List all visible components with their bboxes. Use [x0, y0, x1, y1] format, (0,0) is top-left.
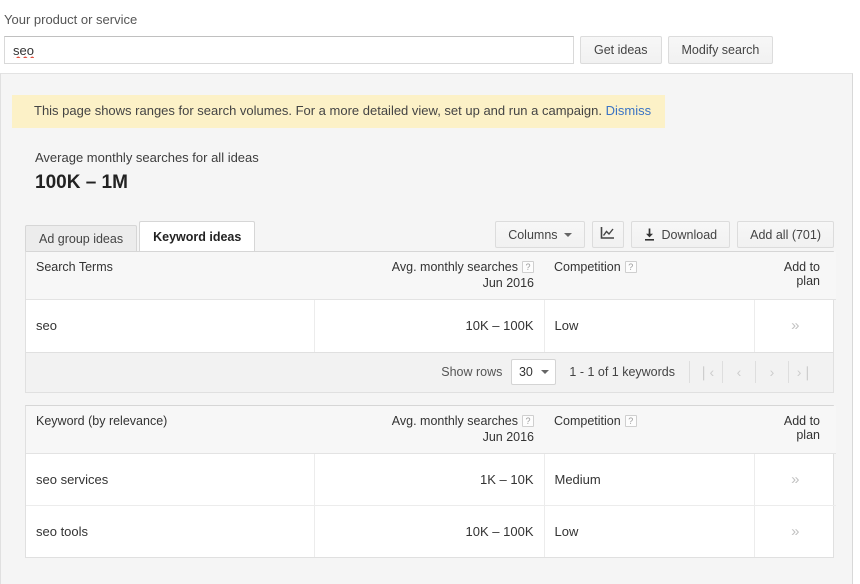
col-header-label: Add to plan	[784, 260, 820, 288]
col-header-keyword[interactable]: Keyword (by relevance)	[26, 406, 314, 454]
col-header-avg-monthly-searches[interactable]: Avg. monthly searches? Jun 2016	[314, 406, 544, 454]
chevron-down-icon	[564, 233, 572, 237]
rows-per-page-select[interactable]: 30	[511, 359, 556, 385]
cell-avg-searches: 1K – 10K	[314, 453, 544, 505]
cell-competition: Low	[544, 505, 754, 557]
search-row: Get ideas Modify search	[0, 36, 860, 64]
cell-add-to-plan[interactable]: »	[754, 300, 836, 352]
help-icon[interactable]: ?	[625, 261, 637, 273]
col-header-add-to-plan: Add to plan	[754, 252, 836, 300]
col-header-label: Keyword (by relevance)	[36, 414, 167, 428]
cell-keyword: seo tools	[26, 505, 314, 557]
add-all-button[interactable]: Add all (701)	[737, 221, 834, 248]
search-terms-table: Search Terms Avg. monthly searches? Jun …	[25, 251, 834, 353]
help-icon[interactable]: ?	[522, 261, 534, 273]
modify-search-button[interactable]: Modify search	[668, 36, 774, 64]
cell-keyword: seo	[26, 300, 314, 352]
keyword-ideas-table: Keyword (by relevance) Avg. monthly sear…	[25, 405, 834, 559]
info-banner-text: This page shows ranges for search volume…	[34, 103, 602, 118]
double-chevron-right-icon[interactable]: »	[791, 523, 799, 540]
col-header-label: Avg. monthly searches	[392, 414, 518, 428]
table-row: seo services 1K – 10K Medium »	[26, 453, 836, 505]
col-header-label: Avg. monthly searches	[392, 260, 518, 274]
col-header-avg-monthly-searches[interactable]: Avg. monthly searches? Jun 2016	[314, 252, 544, 300]
chevron-down-icon	[541, 370, 549, 374]
table-header-row: Keyword (by relevance) Avg. monthly sear…	[26, 406, 836, 454]
rows-per-page-value: 30	[519, 365, 533, 379]
table-header-row: Search Terms Avg. monthly searches? Jun …	[26, 252, 836, 300]
chart-view-button[interactable]	[592, 221, 624, 248]
search-input[interactable]	[4, 36, 574, 64]
download-label: Download	[662, 228, 718, 242]
table-toolbar: Columns	[495, 221, 834, 248]
table-row: seo 10K – 100K Low »	[26, 300, 836, 352]
summary-stat: Average monthly searches for all ideas 1…	[35, 150, 852, 194]
tab-keyword-ideas[interactable]: Keyword ideas	[139, 221, 255, 251]
tab-ad-group-ideas[interactable]: Ad group ideas	[25, 225, 137, 251]
search-area: Your product or service Get ideas Modify…	[0, 0, 860, 73]
previous-page-button[interactable]: ‹	[722, 361, 755, 383]
first-page-button[interactable]: ❘‹	[689, 361, 722, 383]
columns-label: Columns	[508, 228, 557, 242]
double-chevron-right-icon[interactable]: »	[791, 317, 799, 334]
next-page-button[interactable]: ›	[755, 361, 788, 383]
summary-stat-label: Average monthly searches for all ideas	[35, 150, 852, 165]
search-label: Your product or service	[0, 12, 860, 27]
col-header-search-terms[interactable]: Search Terms	[26, 252, 314, 300]
cell-add-to-plan[interactable]: »	[754, 453, 836, 505]
cell-avg-searches: 10K – 100K	[314, 505, 544, 557]
tab-strip: Ad group ideas Keyword ideas Columns	[1, 221, 852, 251]
col-header-competition[interactable]: Competition?	[544, 406, 754, 454]
pagination-count: 1 - 1 of 1 keywords	[569, 365, 675, 379]
cell-keyword: seo services	[26, 453, 314, 505]
last-page-button[interactable]: ›❘	[788, 361, 821, 383]
help-icon[interactable]: ?	[625, 415, 637, 427]
show-rows-label: Show rows	[441, 365, 502, 379]
download-button[interactable]: Download	[631, 221, 731, 248]
table-row: seo tools 10K – 100K Low »	[26, 505, 836, 557]
pagination-bar: Show rows 30 1 - 1 of 1 keywords ❘‹ ‹ › …	[25, 353, 834, 393]
col-header-sublabel: Jun 2016	[324, 276, 534, 290]
summary-stat-value: 100K – 1M	[35, 172, 852, 194]
dismiss-link[interactable]: Dismiss	[606, 103, 652, 118]
line-chart-icon	[600, 226, 615, 243]
get-ideas-button[interactable]: Get ideas	[580, 36, 662, 64]
col-header-add-to-plan: Add to plan	[754, 406, 836, 454]
cell-competition: Low	[544, 300, 754, 352]
cell-competition: Medium	[544, 453, 754, 505]
col-header-label: Competition	[554, 414, 621, 428]
cell-add-to-plan[interactable]: »	[754, 505, 836, 557]
double-chevron-right-icon[interactable]: »	[791, 471, 799, 488]
col-header-label: Competition	[554, 260, 621, 274]
col-header-label: Search Terms	[36, 260, 113, 274]
col-header-sublabel: Jun 2016	[324, 430, 534, 444]
cell-avg-searches: 10K – 100K	[314, 300, 544, 352]
table-spacer	[1, 393, 852, 405]
results-panel: This page shows ranges for search volume…	[0, 73, 853, 584]
columns-button[interactable]: Columns	[495, 221, 584, 248]
col-header-competition[interactable]: Competition?	[544, 252, 754, 300]
download-arrow-icon	[644, 228, 655, 241]
info-banner: This page shows ranges for search volume…	[12, 95, 665, 128]
help-icon[interactable]: ?	[522, 415, 534, 427]
col-header-label: Add to plan	[784, 414, 820, 442]
